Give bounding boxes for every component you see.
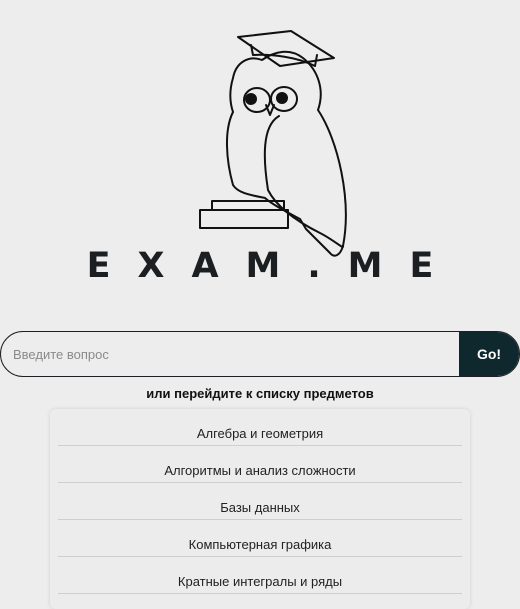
owl-graduate-icon [199, 30, 347, 257]
subjects-list: Алгебра и геометрия Алгоритмы и анализ с… [50, 409, 470, 609]
brand-wordmark: EXAM.ME [86, 246, 461, 286]
search-bar: Go! [0, 331, 520, 377]
divider [58, 593, 462, 594]
subject-label: Компьютерная графика [188, 537, 332, 552]
subject-item-algebra[interactable]: Алгебра и геометрия [58, 409, 462, 446]
subject-item-computer-graphics[interactable]: Компьютерная графика [58, 520, 462, 557]
subject-label: Алгебра и геометрия [196, 426, 324, 441]
go-button[interactable]: Go! [459, 332, 519, 376]
search-input[interactable] [1, 332, 457, 376]
subject-item-multiple-integrals[interactable]: Кратные интегралы и ряды [58, 557, 462, 594]
subject-item-databases[interactable]: Базы данных [58, 483, 462, 520]
subject-label: Кратные интегралы и ряды [177, 574, 343, 589]
subjects-prompt: или перейдите к списку предметов [146, 386, 374, 401]
subject-label: Алгоритмы и анализ сложности [164, 463, 356, 478]
subject-item-algorithms[interactable]: Алгоритмы и анализ сложности [58, 446, 462, 483]
subject-label: Базы данных [220, 500, 300, 515]
